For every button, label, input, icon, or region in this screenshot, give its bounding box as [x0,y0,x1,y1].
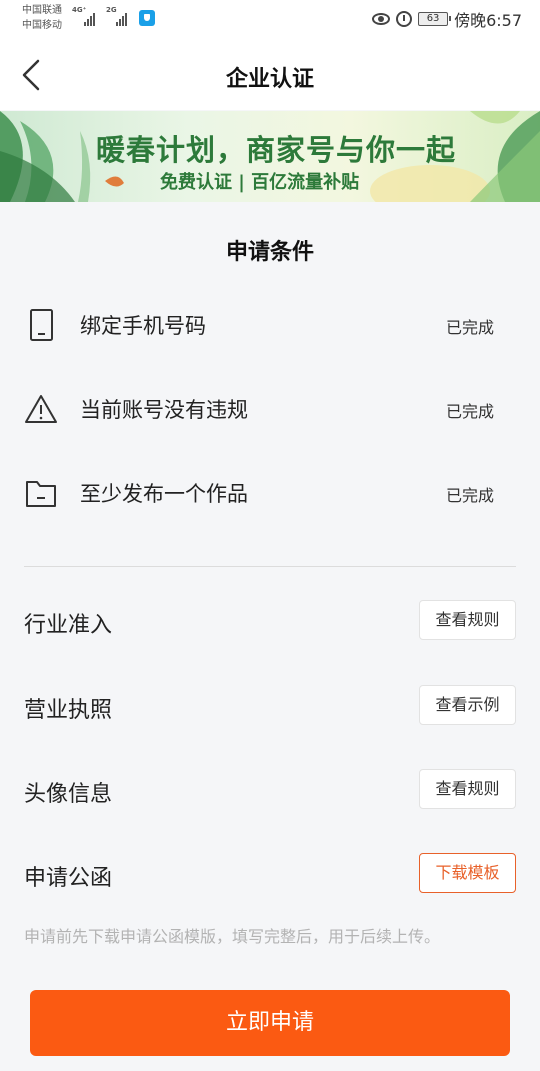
condition-row-phone: 绑定手机号码 已完成 [24,304,516,344]
page-title: 企业认证 [225,67,314,92]
condition-status: 已完成 [445,318,494,337]
hint-text: 申请前先下载申请公函模版，填写完整后，用于后续上传。 [24,927,441,946]
signal-icon [84,12,95,26]
requirement-label: 行业准入 [24,613,113,638]
condition-row-works: 至少发布一个作品 已完成 [24,472,516,512]
clock: 傍晚6:57 [454,11,522,30]
requirement-row-industry: 行业准入 查看规则 [24,600,516,642]
view-rules-button[interactable]: 查看规则 [419,769,516,809]
condition-status: 已完成 [445,486,494,505]
promo-banner[interactable]: 暖春计划，商家号与你一起 免费认证 | 百亿流量补贴 [0,111,540,202]
carrier-2: 中国移动 [22,20,62,31]
download-template-button[interactable]: 下载模板 [419,853,516,893]
view-rules-button[interactable]: 查看规则 [419,600,516,640]
condition-row-violation: 当前账号没有违规 已完成 [24,388,516,428]
banner-title: 暖春计划，商家号与你一起 [96,133,457,167]
view-example-button[interactable]: 查看示例 [419,685,516,725]
battery-level: 63 [426,13,440,24]
nav-header: 企业认证 [0,38,540,110]
requirement-label: 营业执照 [24,698,113,723]
section-title-conditions: 申请条件 [225,240,314,265]
carrier-1: 中国联通 [22,5,62,16]
requirement-label: 头像信息 [24,782,113,807]
alarm-icon [396,11,413,27]
status-bar: 中国联通 中国移动 4G⁺ 2G 63 傍晚6:57 [0,0,540,38]
eye-icon [372,13,391,25]
requirement-row-letter: 申请公函 下载模板 [24,853,516,895]
apply-now-button[interactable]: 立即申请 [30,990,510,1056]
condition-label: 绑定手机号码 [80,314,206,338]
battery-icon: 63 [418,12,452,26]
requirement-label: 申请公函 [24,866,113,891]
warning-icon [25,395,57,423]
condition-label: 当前账号没有违规 [80,398,248,422]
section-divider [24,566,516,567]
folder-icon [26,481,56,507]
phone-icon [30,309,53,341]
vpn-shield-icon [139,10,155,26]
requirement-row-license: 营业执照 查看示例 [24,685,516,727]
requirement-row-avatar: 头像信息 查看规则 [24,769,516,811]
banner-subtitle: 免费认证 | 百亿流量补贴 [160,172,360,193]
condition-status: 已完成 [445,402,494,421]
condition-label: 至少发布一个作品 [80,482,248,506]
signal-icon-2 [116,12,127,26]
